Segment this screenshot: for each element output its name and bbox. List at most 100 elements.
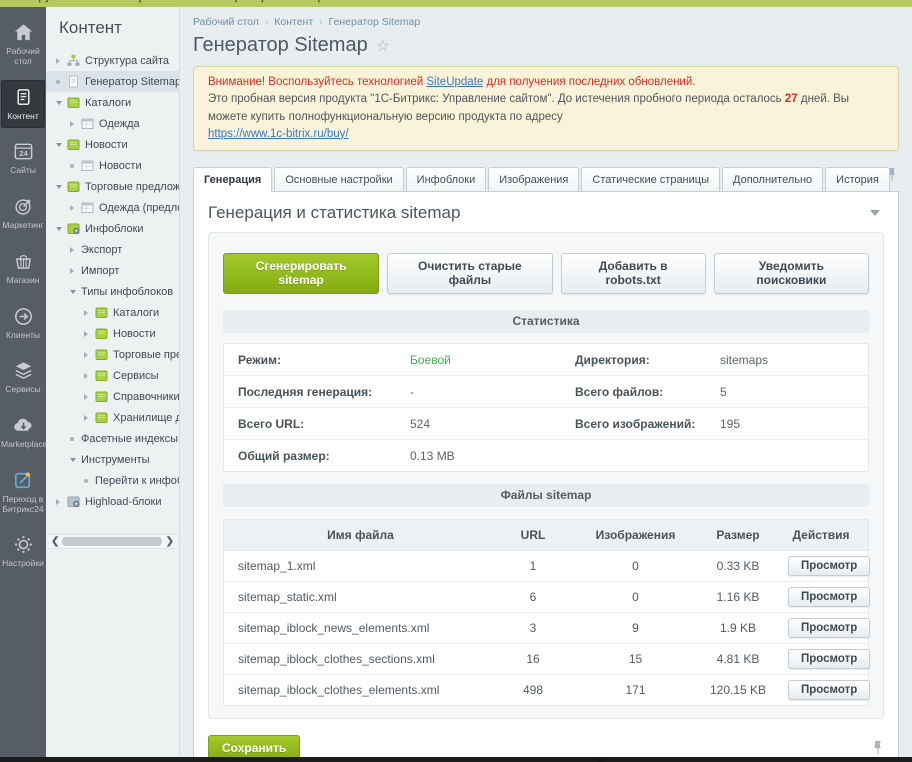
tree-expand-marker[interactable] xyxy=(84,479,95,483)
tree-expand-marker[interactable] xyxy=(56,58,67,64)
tree-horizontal-scrollbar[interactable]: ❮ ❯ xyxy=(48,534,177,549)
tree-expand-marker[interactable] xyxy=(84,394,95,400)
tree-item[interactable]: Генератор Sitemap xyxy=(46,71,179,92)
generate-sitemap-button[interactable]: Сгенерировать sitemap xyxy=(223,253,379,294)
scroll-right-icon[interactable]: ❯ xyxy=(166,537,174,547)
pin-icon[interactable] xyxy=(872,740,884,756)
tree-item[interactable]: Highload-блоки xyxy=(46,491,179,512)
tree-expand-marker[interactable] xyxy=(56,185,67,189)
sidebar-nav-item[interactable]: Сервисы xyxy=(0,353,46,402)
tree-expand-marker[interactable] xyxy=(70,268,81,274)
trial-days-left: 27 xyxy=(785,93,798,105)
tree-expand-marker[interactable] xyxy=(70,458,81,462)
add-to-robots-button[interactable]: Добавить в robots.txt xyxy=(561,253,706,294)
tree-item[interactable]: Торговые предложения xyxy=(46,344,179,365)
tree-item[interactable]: Каталоги xyxy=(46,92,179,113)
tree-item[interactable]: Структура сайта xyxy=(46,50,179,71)
tree-expand-marker[interactable] xyxy=(70,205,81,211)
tree-item[interactable]: Экспорт xyxy=(46,239,179,260)
column-file-name: Имя файла xyxy=(238,528,483,542)
tree-expand-marker[interactable] xyxy=(84,331,95,337)
view-file-button[interactable]: Просмотр xyxy=(788,556,870,576)
stat-value: sitemaps xyxy=(720,353,854,367)
tree-item-icon xyxy=(67,54,80,67)
siteupdate-link[interactable]: SiteUpdate xyxy=(426,76,483,88)
view-file-button[interactable]: Просмотр xyxy=(788,618,870,638)
tree-item[interactable]: Типы инфоблоков xyxy=(46,281,179,302)
tab[interactable]: История xyxy=(825,167,890,192)
tree-expand-marker[interactable] xyxy=(56,227,67,231)
scrollbar-thumb[interactable] xyxy=(62,537,162,546)
tree-item[interactable]: Новости xyxy=(46,134,179,155)
tree-expand-marker[interactable] xyxy=(70,121,81,127)
tab[interactable]: Инфоблоки xyxy=(406,167,487,192)
file-size: 0.33 KB xyxy=(688,559,788,573)
sidebar-nav-item[interactable]: Маркетинг xyxy=(0,189,46,238)
save-button[interactable]: Сохранить xyxy=(208,735,300,757)
tree-item[interactable]: Одежда xyxy=(46,113,179,134)
sidebar-nav-item[interactable]: Настройки xyxy=(0,527,46,576)
tree-item[interactable]: Импорт xyxy=(46,260,179,281)
clean-old-files-button[interactable]: Очистить старые файлы xyxy=(387,253,552,294)
view-file-button[interactable]: Просмотр xyxy=(788,649,870,669)
notify-search-engines-button[interactable]: Уведомить поисковики xyxy=(714,253,869,294)
files-table-header: Имя файла URL Изображения Размер Действи… xyxy=(224,520,868,551)
tree-expand-marker[interactable] xyxy=(84,310,95,316)
scroll-left-icon[interactable]: ❮ xyxy=(51,537,59,547)
tree-expand-marker[interactable] xyxy=(56,143,67,147)
sidebar-nav-item[interactable]: Сайты xyxy=(0,134,46,183)
tree-expand-marker[interactable] xyxy=(84,373,95,379)
tab[interactable]: Дополнительно xyxy=(722,167,823,192)
breadcrumb-separator: › xyxy=(319,17,322,28)
sidebar-nav-item[interactable]: Переход в Битрикс24 xyxy=(0,463,46,522)
tree-item[interactable]: Хранилище данных xyxy=(46,407,179,428)
stat-label: Всего файлов: xyxy=(575,385,720,399)
tree-item[interactable]: Торговые предложения xyxy=(46,176,179,197)
tab[interactable]: Генерация xyxy=(193,167,272,192)
tree-expand-marker[interactable] xyxy=(70,290,81,294)
tree-expand-marker[interactable] xyxy=(70,247,81,253)
tree-item[interactable]: Одежда (предложения) xyxy=(46,197,179,218)
sidebar-nav-label: Маркетинг xyxy=(1,221,45,231)
breadcrumb: Рабочий стол›Контент›Генератор Sitemap xyxy=(193,7,899,28)
sidebar-nav-item[interactable]: Marketplace xyxy=(0,408,46,457)
tree-item[interactable]: Новости xyxy=(46,155,179,176)
favorite-star-icon[interactable]: ☆ xyxy=(376,36,390,56)
sidebar-nav-item[interactable]: Клиенты xyxy=(0,299,46,348)
tab[interactable]: Изображения xyxy=(488,167,579,192)
sidebar-nav-item[interactable]: Магазин xyxy=(0,244,46,293)
breadcrumb-link-desktop[interactable]: Рабочий стол xyxy=(193,16,259,28)
tree-item[interactable]: Инструменты xyxy=(46,449,179,470)
tree-item[interactable]: Инфоблоки xyxy=(46,218,179,239)
tree-item-icon xyxy=(95,327,108,340)
site-error-alert-bar[interactable]: Обнаружены ошибки в работе сайта — Прове… xyxy=(0,0,912,7)
tree-item[interactable]: Новости xyxy=(46,323,179,344)
tree-item[interactable]: Справочники xyxy=(46,386,179,407)
tab[interactable]: Основные настройки xyxy=(274,167,403,192)
tree-expand-marker[interactable] xyxy=(56,499,67,505)
tree-item[interactable]: Сервисы xyxy=(46,365,179,386)
view-file-button[interactable]: Просмотр xyxy=(788,587,870,607)
tree-expand-marker[interactable] xyxy=(56,80,67,84)
tree-expand-marker[interactable] xyxy=(70,437,81,441)
tree-expand-marker[interactable] xyxy=(70,164,81,168)
buy-link[interactable]: https://www.1c-bitrix.ru/buy/ xyxy=(208,128,349,140)
file-name: sitemap_static.xml xyxy=(238,590,483,604)
breadcrumb-link-content[interactable]: Контент xyxy=(274,16,313,28)
sidebar-nav-item[interactable]: Контент xyxy=(1,80,45,129)
icon-sidebar: Рабочий стол Контент Сайты Маркетинг Маг… xyxy=(0,7,46,757)
sitemap-files-table: Имя файла URL Изображения Размер Действи… xyxy=(223,519,869,706)
tree-items: Структура сайта Генератор Sitemap Катало… xyxy=(46,50,179,512)
tree-item[interactable]: Каталоги xyxy=(46,302,179,323)
breadcrumb-current[interactable]: Генератор Sitemap xyxy=(329,16,421,28)
tree-expand-marker[interactable] xyxy=(84,352,95,358)
collapse-section-icon[interactable] xyxy=(870,210,880,216)
tree-item[interactable]: Фасетные индексы xyxy=(46,428,179,449)
sidebar-nav-item[interactable]: Рабочий стол xyxy=(0,15,46,74)
tree-expand-marker[interactable] xyxy=(84,415,95,421)
tab[interactable]: Статические страницы xyxy=(581,167,720,192)
tree-expand-marker[interactable] xyxy=(56,101,67,105)
main-content: Рабочий стол›Контент›Генератор Sitemap Г… xyxy=(180,7,912,757)
view-file-button[interactable]: Просмотр xyxy=(788,680,870,700)
tree-item[interactable]: Перейти к инфоблоку / xyxy=(46,470,179,491)
